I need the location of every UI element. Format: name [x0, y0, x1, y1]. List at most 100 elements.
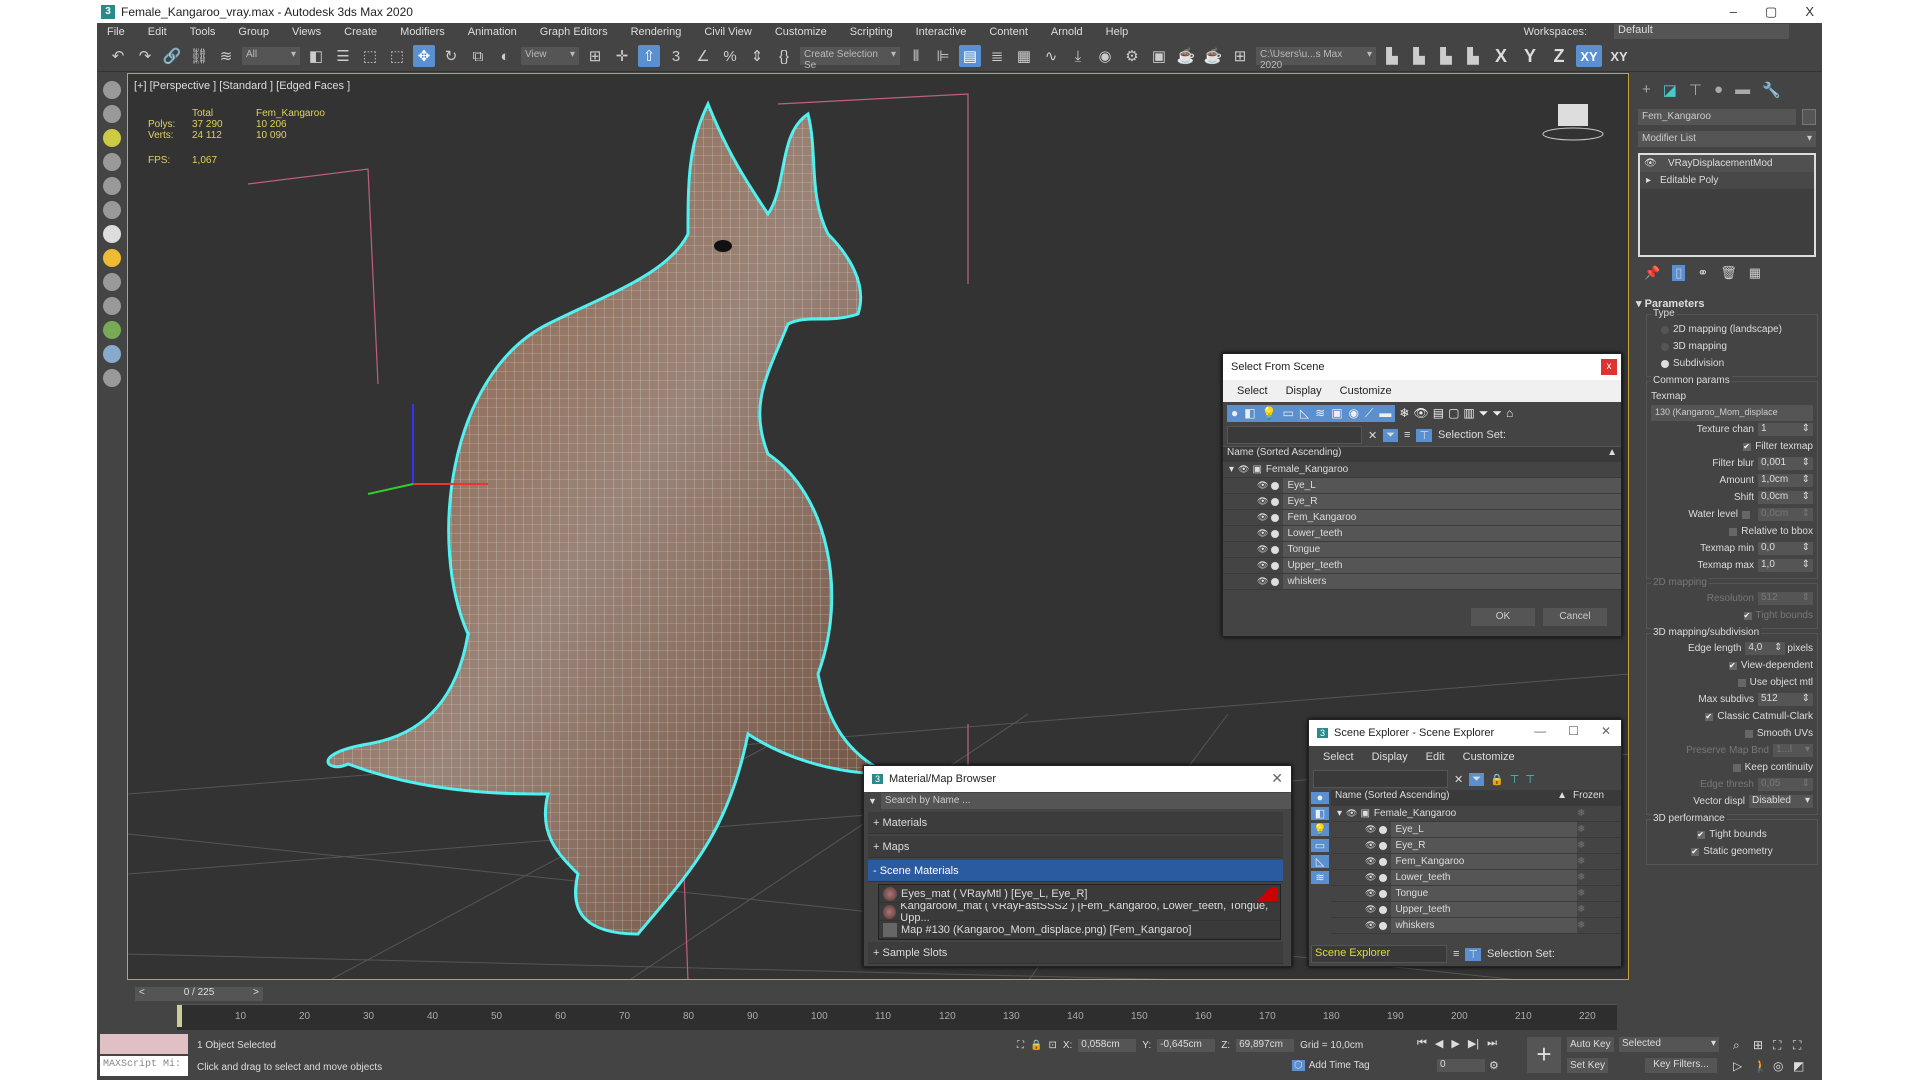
amount-spinner[interactable]: 1,0cm ⇕: [1758, 474, 1813, 487]
water-level-spinner[interactable]: 0,0cm ⇕: [1758, 508, 1813, 521]
menu-interactive[interactable]: Interactive: [916, 26, 967, 38]
zoom-icon[interactable]: ⌕: [1733, 1038, 1753, 1053]
utilities-tab-icon[interactable]: 🔧: [1762, 81, 1781, 99]
browser-options-icon[interactable]: ▼: [868, 796, 877, 806]
menu-display[interactable]: Display: [1372, 751, 1408, 763]
texmap-button[interactable]: 130 (Kangaroo_Mom_displace: [1651, 405, 1813, 421]
shape-filter-icon[interactable]: ◧: [1311, 807, 1329, 820]
workspace-value[interactable]: Default: [1614, 24, 1789, 39]
unlink-icon[interactable]: ⛓: [188, 45, 210, 67]
container-filter-icon[interactable]: ▬: [1379, 406, 1391, 421]
menu-civil-view[interactable]: Civil View: [704, 26, 751, 38]
time-slider-handle[interactable]: [177, 1005, 182, 1027]
frozen-filter-icon[interactable]: ❄: [1399, 406, 1409, 420]
texmap-min-spinner[interactable]: 0,0 ⇕: [1758, 542, 1813, 555]
menu-edit[interactable]: Edit: [148, 26, 167, 38]
radio-subdivision[interactable]: Subdivision: [1651, 355, 1813, 372]
radio-3d-mapping[interactable]: 3D mapping: [1651, 338, 1813, 355]
axis-z[interactable]: Z: [1547, 46, 1571, 67]
mirror-icon[interactable]: ⫴: [905, 45, 927, 67]
preserve-map-dropdown[interactable]: 1...l ▾: [1773, 744, 1813, 757]
materials-section[interactable]: + Materials: [868, 812, 1283, 834]
menu-group[interactable]: Group: [238, 26, 269, 38]
helper-filter-icon[interactable]: ◺: [1311, 855, 1329, 868]
hierarchy-sort-icon[interactable]: ⊤: [1465, 947, 1482, 961]
spacewarp-filter-icon[interactable]: ≋: [1311, 871, 1329, 884]
fov-icon[interactable]: ▷: [1733, 1059, 1753, 1073]
globe-icon[interactable]: [102, 345, 121, 363]
freeze-icon[interactable]: ❄: [1577, 872, 1621, 883]
menu-help[interactable]: Help: [1106, 26, 1129, 38]
edge-thresh-spinner[interactable]: 0,05 ⇕: [1758, 778, 1813, 791]
render-icon[interactable]: ☕: [1175, 45, 1197, 67]
keep-continuity-checkbox[interactable]: Keep continuity: [1651, 759, 1813, 776]
layer-sort-icon[interactable]: ≡: [1404, 429, 1410, 441]
close-icon[interactable]: ✕: [1601, 724, 1611, 738]
tight-bounds-checkbox[interactable]: ✔ Tight bounds: [1651, 826, 1813, 843]
menu-create[interactable]: Create: [344, 26, 377, 38]
render-setup-icon[interactable]: ⚙: [1121, 45, 1143, 67]
filter-icon[interactable]: ⏷: [1479, 406, 1489, 421]
clear-search-icon[interactable]: ✕: [1454, 773, 1463, 786]
project-icon-1[interactable]: ▙: [1381, 45, 1403, 67]
create-tab-icon[interactable]: +: [1642, 81, 1651, 99]
camera-filter-icon[interactable]: ▭: [1311, 839, 1329, 852]
tight-bounds-2d-checkbox[interactable]: ✔ Tight bounds: [1651, 607, 1813, 624]
texmap-max-spinner[interactable]: 1,0 ⇕: [1758, 559, 1813, 572]
display-tab-icon[interactable]: ▬: [1735, 81, 1750, 99]
modify-tab-icon[interactable]: ◪: [1663, 81, 1677, 99]
minimize-icon[interactable]: —: [1534, 724, 1546, 738]
rect-selection-icon[interactable]: ⬚: [359, 45, 381, 67]
cone-icon[interactable]: [102, 273, 121, 291]
select-by-name-icon[interactable]: ☰: [332, 45, 354, 67]
hair-icon[interactable]: [102, 321, 121, 339]
curve-editor-icon[interactable]: ∿: [1040, 45, 1062, 67]
align-icon[interactable]: ⊫: [932, 45, 954, 67]
menu-animation[interactable]: Animation: [468, 26, 517, 38]
sphere-icon[interactable]: [102, 225, 121, 243]
workspace-selector[interactable]: Workspaces: Default: [1524, 24, 1812, 39]
menu-file[interactable]: File: [107, 26, 125, 38]
zoom-extents-all-icon[interactable]: ⛶: [1793, 1038, 1813, 1053]
tree-root[interactable]: ▾ 👁 ▣ Female_Kangaroo: [1223, 462, 1621, 478]
sample-slots-section[interactable]: + Sample Slots: [868, 942, 1283, 964]
y-coordinate-field[interactable]: -0,645cm: [1157, 1039, 1216, 1052]
project-folder-dropdown[interactable]: C:\Users\u...s Max 2020 ▾: [1256, 47, 1376, 71]
menu-edit[interactable]: Edit: [1426, 751, 1445, 763]
light-icon[interactable]: [102, 129, 121, 147]
freeze-icon[interactable]: ❄: [1577, 888, 1621, 899]
bind-spacewarp-icon[interactable]: ≋: [215, 45, 237, 67]
previous-frame-icon[interactable]: ◀: [1435, 1037, 1443, 1050]
menu-select[interactable]: Select: [1323, 751, 1354, 763]
maxscript-mini-input[interactable]: MAXScript Mi:: [100, 1056, 188, 1076]
camera-icon[interactable]: [102, 153, 121, 171]
maximize-icon[interactable]: ☐: [1568, 724, 1579, 738]
set-key-big-icon[interactable]: +: [1527, 1037, 1561, 1073]
go-to-end-icon[interactable]: ⏭: [1487, 1037, 1497, 1050]
light-filter-icon[interactable]: 💡: [1311, 823, 1329, 836]
filter-texmap-checkbox[interactable]: ✔ Filter texmap: [1651, 438, 1813, 455]
add-time-tag-button[interactable]: ⬡ Add Time Tag: [1292, 1060, 1370, 1071]
tree-item[interactable]: 👁 Lower_teeth ❄: [1331, 870, 1621, 886]
angle-snap-icon[interactable]: ∠: [692, 45, 714, 67]
select-none-icon[interactable]: ▢: [1448, 406, 1459, 420]
column-header[interactable]: Name (Sorted Ascending) ▲: [1223, 446, 1621, 462]
tree-item[interactable]: 👁 Eye_R: [1223, 494, 1621, 510]
axis-xy-cycle[interactable]: XY: [1607, 49, 1631, 64]
tree-item[interactable]: 👁 Eye_R ❄: [1331, 838, 1621, 854]
static-geometry-checkbox[interactable]: ✔ Static geometry: [1651, 843, 1813, 860]
isolate-icon[interactable]: ⛶: [1017, 1040, 1024, 1051]
menu-tools[interactable]: Tools: [190, 26, 216, 38]
group-filter-icon[interactable]: ▣: [1331, 406, 1342, 421]
shape-icon[interactable]: [102, 105, 121, 123]
filter-funnel-icon[interactable]: ⏷: [1492, 406, 1502, 421]
hierarchy-sort-icon[interactable]: ⊤: [1416, 428, 1433, 442]
collapse-all-icon[interactable]: ⊤: [1525, 773, 1535, 786]
modifier-stack-item[interactable]: ▸ Editable Poly: [1640, 172, 1814, 189]
tree-item[interactable]: 👁 Upper_teeth: [1223, 558, 1621, 574]
menu-modifiers[interactable]: Modifiers: [400, 26, 445, 38]
next-frame-icon[interactable]: ▶|: [1468, 1037, 1479, 1050]
tree-item[interactable]: 👁 Eye_L: [1223, 478, 1621, 494]
spacewarp-filter-icon[interactable]: ≋: [1315, 406, 1325, 421]
selection-filter-dropdown[interactable]: All ▾: [242, 47, 300, 65]
